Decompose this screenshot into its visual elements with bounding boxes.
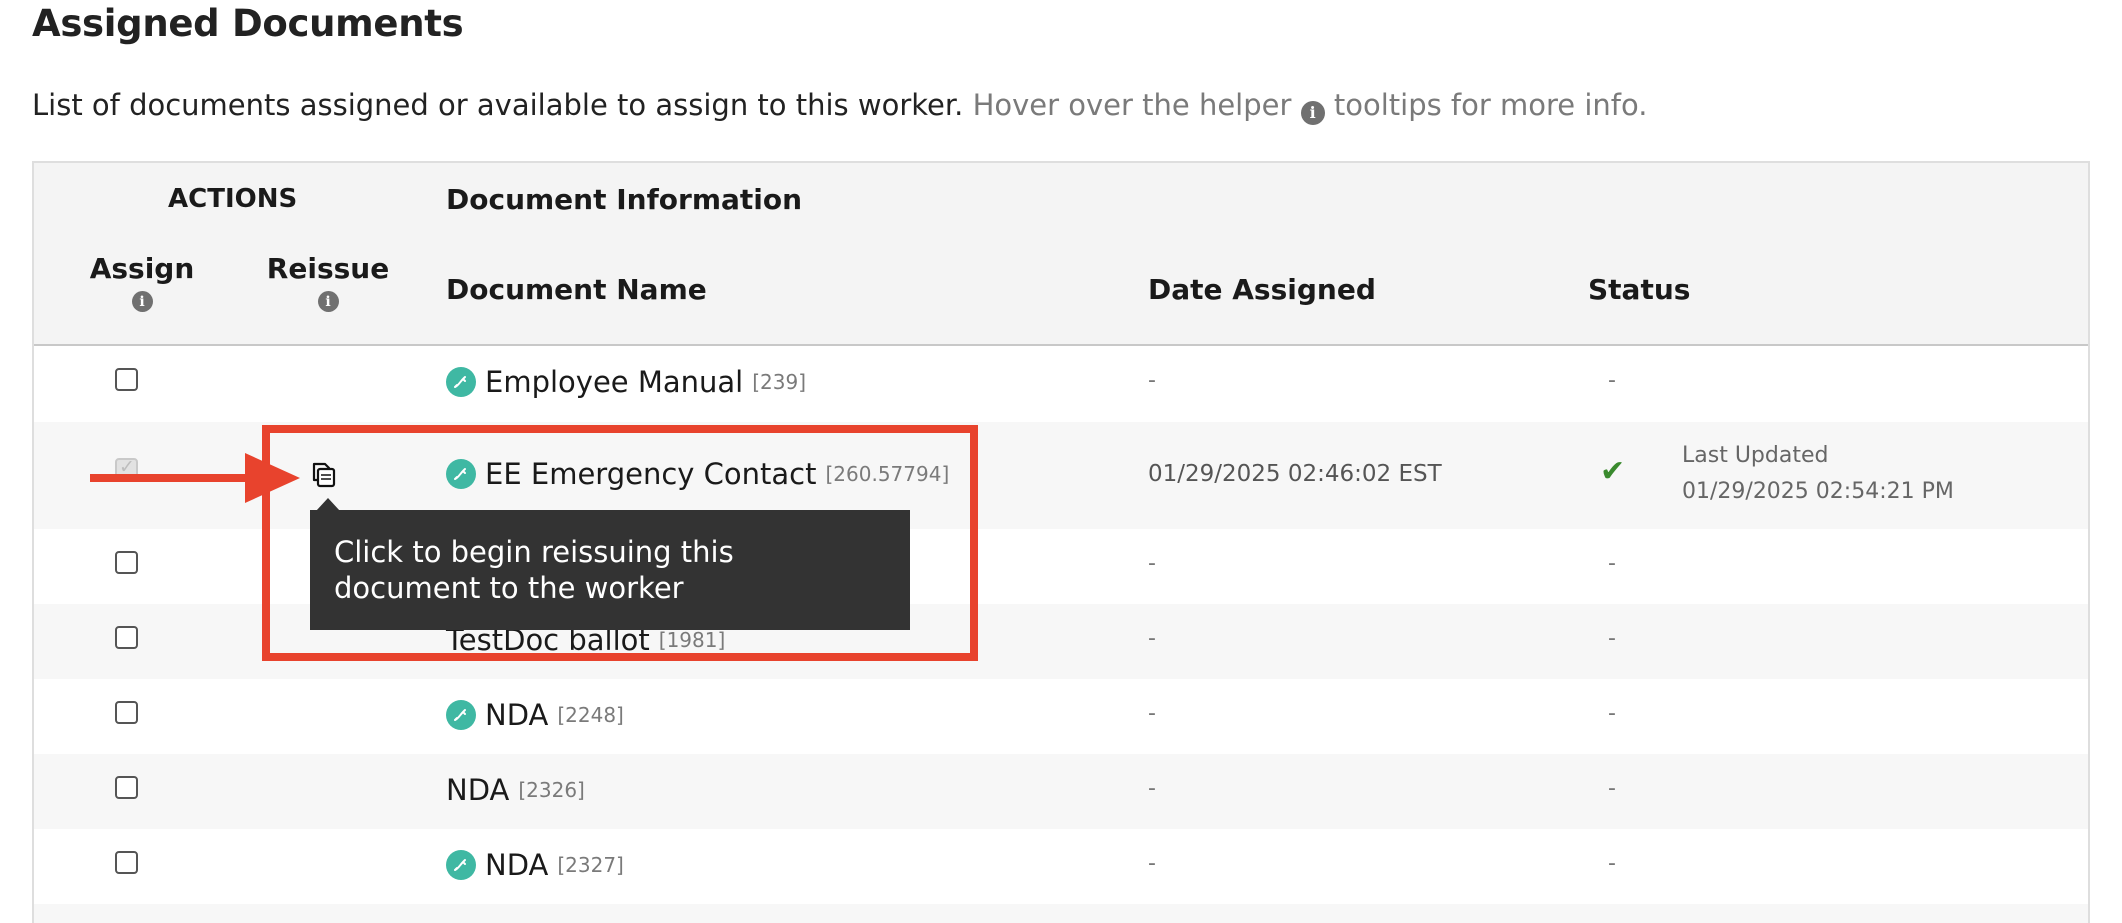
hint-after: tooltips for more info. xyxy=(1333,88,1648,122)
document-title: Employee Manual xyxy=(485,365,744,399)
assign-checkbox[interactable] xyxy=(115,551,138,574)
date-assigned-header: Date Assigned xyxy=(1148,273,1376,306)
reissue-tooltip: Click to begin reissuing this document t… xyxy=(310,498,910,630)
assign-checkbox[interactable] xyxy=(115,626,138,649)
status-value: - xyxy=(1608,701,1616,726)
checkmark-icon: ✔ xyxy=(1600,454,1626,489)
info-icon[interactable]: i xyxy=(131,291,153,312)
intro-hint: Hover over the helper i tooltips for mor… xyxy=(972,88,1648,125)
assign-checkbox[interactable] xyxy=(115,701,138,724)
table-row: Employee Manual [239] - - xyxy=(34,346,2088,422)
document-name[interactable]: Employee Manual [239] xyxy=(446,365,806,399)
status-header: Status xyxy=(1588,273,1691,306)
date-assigned: - xyxy=(1148,701,1156,726)
page-intro: List of documents assigned or available … xyxy=(32,88,1647,125)
date-assigned: - xyxy=(1148,626,1156,651)
document-name[interactable]: NDA [2327] xyxy=(446,848,624,882)
table-row: NDA [2326] - - xyxy=(34,754,2088,829)
document-id: [2248] xyxy=(557,703,624,727)
status-value: - xyxy=(1608,851,1616,876)
table-column-header: Assign i Reissue i Document Name Date As… xyxy=(34,236,2088,346)
table-row: NDA [2248] - - xyxy=(34,679,2088,754)
date-assigned: - xyxy=(1148,368,1156,393)
annotation-arrow-icon xyxy=(90,453,300,503)
date-assigned: - xyxy=(1148,776,1156,801)
doc-info-header: Document Information xyxy=(446,183,803,216)
signature-icon xyxy=(446,700,476,730)
assign-checkbox[interactable] xyxy=(115,368,138,391)
table-group-header: ACTIONS Document Information xyxy=(34,163,2088,236)
reissue-header-label: Reissue xyxy=(266,252,390,285)
document-title: NDA xyxy=(446,773,510,807)
reissue-header: Reissue i xyxy=(258,252,398,312)
table-row: NDA [2327] - - xyxy=(34,829,2088,904)
last-updated-label: Last Updated xyxy=(1682,443,1829,468)
intro-text: List of documents assigned or available … xyxy=(32,88,964,122)
document-name[interactable]: NDA [2326] xyxy=(446,773,585,807)
signature-icon xyxy=(446,367,476,397)
status-value: - xyxy=(1608,551,1616,576)
last-updated-time: 01/29/2025 02:54:21 PM xyxy=(1682,479,1954,504)
info-icon: i xyxy=(1300,101,1325,125)
actions-header: ACTIONS xyxy=(168,184,298,214)
hint-before: Hover over the helper xyxy=(972,88,1292,122)
document-name[interactable]: NDA [2248] xyxy=(446,698,624,732)
date-assigned: - xyxy=(1148,551,1156,576)
assign-header-label: Assign xyxy=(89,252,195,285)
date-assigned: - xyxy=(1148,851,1156,876)
assign-checkbox[interactable] xyxy=(115,851,138,874)
status-value: - xyxy=(1608,626,1616,651)
status-value: - xyxy=(1608,776,1616,801)
assign-checkbox[interactable] xyxy=(115,776,138,799)
assign-header: Assign i xyxy=(82,252,202,312)
document-name-header: Document Name xyxy=(446,273,707,306)
last-updated: Last Updated 01/29/2025 02:54:21 PM xyxy=(1682,438,1954,510)
page-title: Assigned Documents xyxy=(32,2,464,45)
document-id: [239] xyxy=(752,370,807,394)
document-id: [2327] xyxy=(557,853,624,877)
info-icon[interactable]: i xyxy=(317,291,339,312)
document-id: [2326] xyxy=(518,778,585,802)
date-assigned: 01/29/2025 02:46:02 EST xyxy=(1148,461,1442,487)
document-title: NDA xyxy=(485,848,549,882)
document-title: NDA xyxy=(485,698,549,732)
signature-icon xyxy=(446,850,476,880)
status-value: - xyxy=(1608,368,1616,393)
